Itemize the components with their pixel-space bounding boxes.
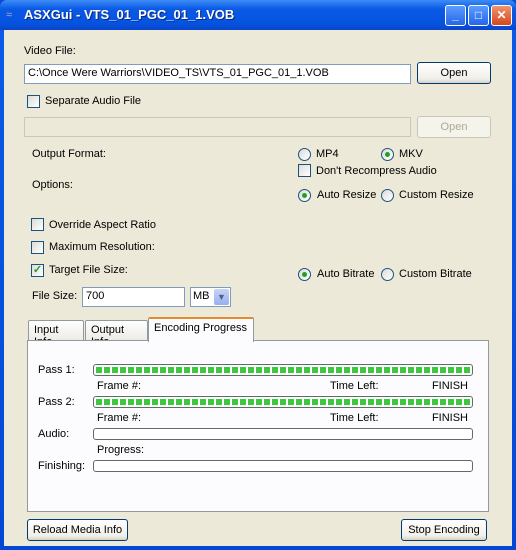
open-video-button[interactable]: Open [417, 62, 491, 84]
pass2-frame-label: Frame #: [97, 412, 142, 424]
tab-input-info[interactable]: Input Info [28, 320, 84, 348]
pass2-label: Pass 2: [38, 396, 75, 408]
output-format-label: Output Format: [32, 148, 106, 160]
target-file-size-checkbox[interactable]: ✓ [31, 264, 44, 277]
unit-value: MB [193, 290, 210, 302]
progress-fill [96, 367, 470, 373]
max-resolution-label: Maximum Resolution: [49, 241, 155, 253]
mp4-label: MP4 [316, 148, 339, 160]
pass1-label: Pass 1: [38, 364, 75, 376]
client-area: Video File: C:\Once Were Warriors\VIDEO_… [4, 30, 512, 546]
separate-audio-checkbox[interactable] [27, 95, 40, 108]
pass1-time-left-label: Time Left: [330, 380, 379, 392]
window: ≈ ASXGui - VTS_01_PGC_01_1.VOB _ □ ✕ Vid… [0, 0, 516, 550]
audio-file-input[interactable] [24, 117, 411, 137]
pass2-time-left-label: Time Left: [330, 412, 379, 424]
stop-encoding-button[interactable]: Stop Encoding [401, 519, 487, 541]
encoding-progress-panel: Pass 1: Frame #: Time Left: FINISH Pass … [27, 340, 489, 512]
video-file-input[interactable]: C:\Once Were Warriors\VIDEO_TS\VTS_01_PG… [24, 64, 411, 84]
override-aspect-label: Override Aspect Ratio [49, 219, 156, 231]
auto-bitrate-label: Auto Bitrate [317, 268, 375, 280]
maximize-icon[interactable]: □ [468, 5, 489, 26]
options-label: Options: [32, 179, 73, 191]
dont-recompress-label: Don't Recompress Audio [316, 165, 437, 177]
finishing-label: Finishing: [38, 460, 86, 472]
reload-media-info-button[interactable]: Reload Media Info [27, 519, 128, 541]
audio-label: Audio: [38, 428, 70, 440]
pass2-progress-bar [93, 396, 473, 408]
pass2-time-left-value: FINISH [431, 412, 468, 424]
custom-resize-label: Custom Resize [399, 189, 474, 201]
auto-resize-radio[interactable] [298, 189, 311, 202]
minimize-icon[interactable]: _ [445, 5, 466, 26]
audio-progress-bar [93, 428, 473, 440]
custom-bitrate-radio[interactable] [381, 268, 394, 281]
finishing-progress-bar [93, 460, 473, 472]
asxgui-icon: ≈ [6, 9, 13, 21]
auto-bitrate-radio[interactable] [298, 268, 311, 281]
max-resolution-checkbox[interactable] [31, 241, 44, 254]
tab-encoding-progress[interactable]: Encoding Progress [148, 317, 254, 342]
chevron-down-icon[interactable]: ▼ [214, 289, 229, 305]
open-audio-button[interactable]: Open [417, 116, 491, 138]
override-aspect-checkbox[interactable] [31, 218, 44, 231]
mp4-radio[interactable] [298, 148, 311, 161]
target-file-size-label: Target File Size: [49, 264, 128, 276]
auto-resize-label: Auto Resize [317, 189, 377, 201]
mkv-radio[interactable] [381, 148, 394, 161]
pass1-progress-bar [93, 364, 473, 376]
pass1-time-left-value: FINISH [431, 380, 468, 392]
audio-progress-label: Progress: [97, 444, 145, 456]
title-bar[interactable]: ≈ ASXGui - VTS_01_PGC_01_1.VOB _ □ ✕ [0, 0, 516, 30]
file-size-label: File Size: [32, 290, 78, 302]
tab-output-info[interactable]: Output Info [85, 320, 148, 348]
separate-audio-label: Separate Audio File [45, 95, 142, 107]
file-size-unit-select[interactable]: MB ▼ [190, 287, 231, 307]
pass1-frame-label: Frame #: [97, 380, 142, 392]
video-file-label: Video File: [24, 45, 76, 57]
progress-fill [96, 399, 470, 405]
window-title: ASXGui - VTS_01_PGC_01_1.VOB [24, 7, 235, 22]
custom-bitrate-label: Custom Bitrate [399, 268, 472, 280]
custom-resize-radio[interactable] [381, 189, 394, 202]
mkv-label: MKV [399, 148, 423, 160]
file-size-input[interactable]: 700 [82, 287, 185, 307]
close-icon[interactable]: ✕ [491, 5, 512, 26]
dont-recompress-checkbox[interactable] [298, 164, 311, 177]
